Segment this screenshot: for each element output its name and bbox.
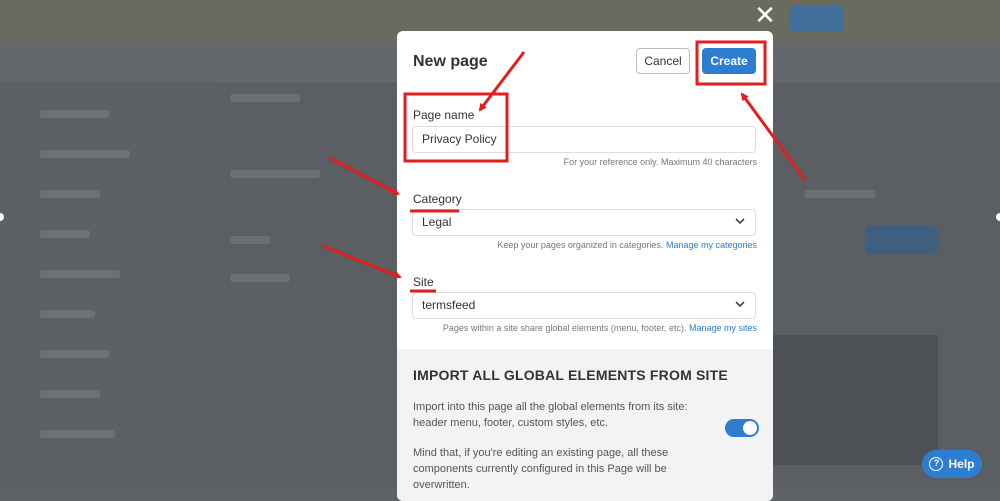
site-help-text: Pages within a site share global element… — [442, 323, 687, 333]
manage-sites-link[interactable]: Manage my sites — [689, 323, 757, 333]
edge-dot-right — [996, 213, 1000, 221]
create-button[interactable]: Create — [702, 48, 756, 74]
category-help-text: Keep your pages organized in categories. — [497, 240, 664, 250]
category-label: Category — [413, 192, 462, 206]
page-name-input[interactable]: Privacy Policy — [412, 126, 756, 153]
cancel-button[interactable]: Cancel — [636, 48, 690, 74]
site-label: Site — [413, 275, 434, 289]
import-warning: Mind that, if you're editing an existing… — [413, 447, 669, 491]
import-description: Import into this page all the global ele… — [413, 401, 688, 429]
background-sidebar — [0, 82, 215, 488]
help-button-label: Help — [948, 457, 975, 471]
background-blue-button — [865, 226, 937, 254]
import-toggle[interactable] — [725, 419, 759, 437]
close-icon[interactable]: ✕ — [752, 2, 778, 28]
new-page-dialog: New page Cancel Create Page name Privacy… — [397, 31, 773, 501]
chevron-down-icon — [735, 301, 745, 308]
site-select[interactable]: termsfeed — [412, 292, 756, 319]
help-icon: ? — [929, 457, 944, 471]
import-title: IMPORT ALL GLOBAL ELEMENTS FROM SITE — [413, 367, 728, 383]
help-button[interactable]: ? Help — [922, 450, 982, 478]
toggle-knob — [743, 421, 757, 435]
page-name-label: Page name — [413, 108, 475, 122]
manage-categories-link[interactable]: Manage my categories — [666, 240, 757, 250]
background-button — [790, 6, 844, 32]
page-name-help: For your reference only. Maximum 40 char… — [563, 157, 757, 167]
dialog-title: New page — [413, 53, 488, 70]
chevron-down-icon — [735, 218, 745, 225]
category-value: Legal — [422, 215, 452, 229]
site-help: Pages within a site share global element… — [443, 323, 757, 333]
import-section: IMPORT ALL GLOBAL ELEMENTS FROM SITE Imp… — [397, 349, 773, 501]
category-select[interactable]: Legal — [412, 209, 756, 236]
category-help: Keep your pages organized in categories.… — [497, 240, 757, 250]
site-value: termsfeed — [422, 298, 476, 312]
background-panel — [770, 335, 938, 465]
